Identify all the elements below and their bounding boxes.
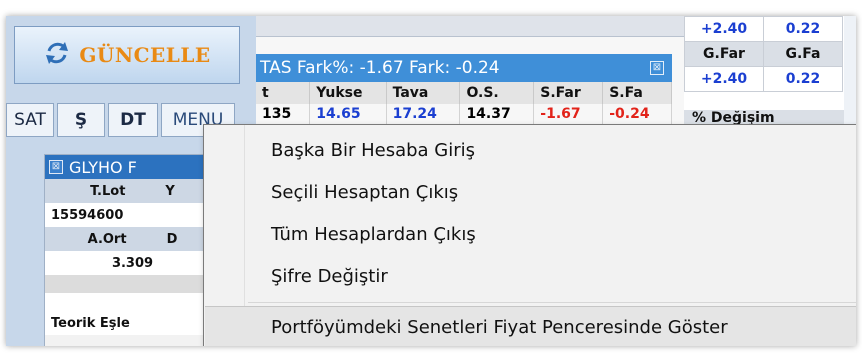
- close-icon[interactable]: ⊠: [49, 160, 63, 174]
- close-icon[interactable]: ⊠: [650, 61, 664, 75]
- panel-title-text: GLYHO F: [69, 157, 137, 177]
- refresh-icon: [43, 39, 71, 71]
- avg-value: 3.309: [45, 251, 220, 275]
- header-strip: [256, 16, 684, 37]
- spacer: [45, 293, 220, 311]
- tab-s[interactable]: Ş: [57, 103, 105, 137]
- price-table: t Yukse Tava O.S. S.Far S.Fa 135 14.65 1…: [256, 82, 672, 124]
- avg-label-b: D: [166, 231, 178, 247]
- menu-separator: [248, 302, 856, 303]
- avg-label: A.Ort: [87, 231, 127, 247]
- daily-change-value: 0.22: [763, 66, 843, 92]
- divider: [45, 275, 220, 293]
- cell-sfar: -1.67: [533, 104, 604, 124]
- col-tava: Tava: [386, 82, 461, 104]
- table-row: +2.40 0.22: [684, 16, 843, 42]
- avg-header: A.Ort D: [45, 227, 220, 251]
- menu-item-logout-all[interactable]: Tüm Hesaplardan Çıkış: [205, 213, 856, 255]
- lot-label-b: Y: [165, 183, 175, 199]
- theoretical-label: Teorik Eşle: [45, 311, 220, 335]
- cell-tava: 17.24: [386, 104, 461, 124]
- col-gfa: G.Fa: [763, 41, 843, 67]
- table-header-row: t Yukse Tava O.S. S.Far S.Fa: [256, 82, 672, 104]
- refresh-button[interactable]: GÜNCELLE: [14, 26, 240, 84]
- position-panel-title: ⊠ GLYHO F: [45, 155, 220, 179]
- app-window: GÜNCELLE SAT Ş DT MENU ⊠ GLYHO F T.Lot Y…: [6, 16, 856, 346]
- menu-item-change-password[interactable]: Şifre Değiştir: [205, 255, 856, 297]
- tab-dt[interactable]: DT: [108, 103, 158, 137]
- lot-value: 15594600: [45, 203, 220, 227]
- daily-change-percent: +2.40: [684, 66, 764, 92]
- refresh-label: GÜNCELLE: [79, 43, 211, 67]
- price-panel-title-text: TAS Fark%: -1.67 Fark: -0.24: [260, 58, 500, 78]
- table-row: +2.40 0.22: [684, 66, 843, 92]
- menu-item-logout-selected[interactable]: Seçili Hesaptan Çıkış: [205, 171, 856, 213]
- col-t: t: [256, 82, 311, 104]
- col-gfar: G.Far: [684, 41, 764, 67]
- summary-table: +2.40 0.22 G.Far G.Fa +2.40 0.22: [684, 16, 843, 92]
- col-sfar: S.Far: [533, 82, 604, 104]
- cell-t: 135: [256, 104, 311, 124]
- cell-os: 14.37: [459, 104, 535, 124]
- tab-sat[interactable]: SAT: [6, 103, 54, 137]
- position-panel: ⊠ GLYHO F T.Lot Y 15594600 A.Ort D 3.309…: [44, 154, 221, 346]
- context-menu: Başka Bir Hesaba Giriş Seçili Hesaptan Ç…: [203, 124, 856, 346]
- table-row[interactable]: 135 14.65 17.24 14.37 -1.67 -0.24: [256, 104, 672, 124]
- menu-item-show-portfolio[interactable]: Portföyümdeki Senetleri Fiyat Penceresin…: [205, 306, 856, 346]
- col-yukse: Yukse: [309, 82, 387, 104]
- lot-label: T.Lot: [90, 183, 126, 199]
- table-header-row: G.Far G.Fa: [684, 41, 843, 67]
- col-sfa: S.Fa: [602, 82, 672, 104]
- price-panel-title: TAS Fark%: -1.67 Fark: -0.24 ⊠: [256, 54, 672, 82]
- col-os: O.S.: [459, 82, 535, 104]
- cell-sfa: -0.24: [602, 104, 672, 124]
- cell-yukse: 14.65: [309, 104, 387, 124]
- lot-header: T.Lot Y: [45, 179, 220, 203]
- top-change-percent: +2.40: [684, 16, 764, 42]
- top-change-value: 0.22: [763, 16, 843, 42]
- menu-item-login-other[interactable]: Başka Bir Hesaba Giriş: [205, 129, 856, 171]
